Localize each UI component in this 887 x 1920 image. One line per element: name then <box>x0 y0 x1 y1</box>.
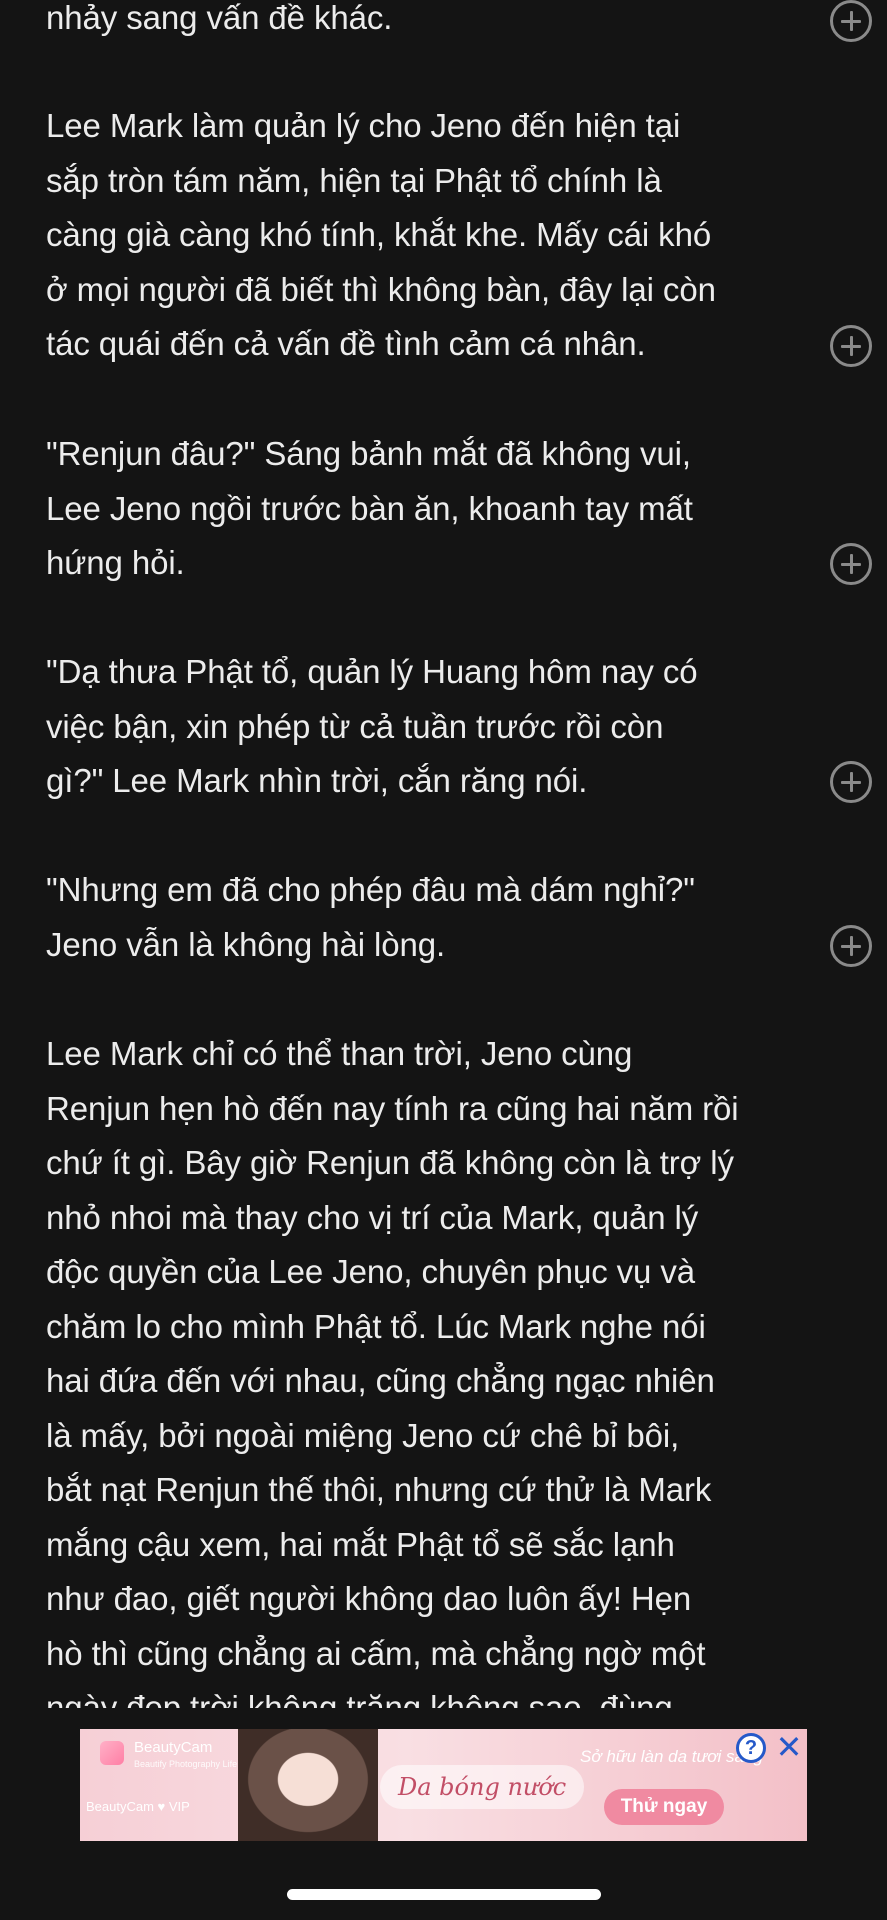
ad-headline: Da bóng nước <box>380 1765 585 1809</box>
reader-content: nhảy sang vấn đề khác. Lee Mark làm quản… <box>0 0 887 1708</box>
text-line: sắp tròn tám năm, hiện tại Phật tổ chính… <box>46 161 662 199</box>
ad-close-icon[interactable]: ✕ <box>774 1731 804 1763</box>
text-line: bắt nạt Renjun thế thôi, nhưng cứ thử là… <box>46 1471 712 1508</box>
text-line: việc bận, xin phép từ cả tuần trước rồi … <box>46 707 664 745</box>
paragraph: "Nhưng em đã cho phép đâu mà dám nghỉ?" … <box>46 863 826 972</box>
text-line: nhỏ nhoi mà thay cho vị trí của Mark, qu… <box>46 1198 699 1236</box>
ad-brand: BeautyCam <box>134 1739 213 1756</box>
text-line: tác quái đến cả vấn đề tình cảm cá nhân. <box>46 325 646 362</box>
text-line: gì?" Lee Mark nhìn trời, cắn răng nói. <box>46 762 588 799</box>
text-line: Jeno vẫn là không hài lòng. <box>46 925 446 963</box>
text-line: chứ ít gì. Bây giờ Renjun đã không còn l… <box>46 1144 734 1181</box>
text-line: Lee Mark làm quản lý cho Jeno đến hiện t… <box>46 107 681 144</box>
text-line: ngày đẹp trời không trăng không sao, đùn… <box>46 1689 673 1708</box>
ad-model-image <box>238 1729 378 1841</box>
ad-cta-button[interactable]: Thử ngay <box>604 1789 724 1825</box>
text-line: "Dạ thưa Phật tổ, quản lý Huang hôm nay … <box>46 653 698 690</box>
text-line: "Nhưng em đã cho phép đâu mà dám nghỉ?" <box>46 871 695 908</box>
add-comment-icon[interactable] <box>830 761 872 803</box>
home-indicator[interactable] <box>287 1889 601 1900</box>
ad-brand-sub: Beautify Photography Life <box>134 1759 238 1769</box>
text-line: như đao, giết người không dao luôn ấy! H… <box>46 1580 692 1617</box>
text-line: mắng cậu xem, hai mắt Phật tổ sẽ sắc lạn… <box>46 1525 675 1563</box>
text-line: "Renjun đâu?" Sáng bảnh mắt đã không vui… <box>46 435 691 472</box>
text-line: chăm lo cho mình Phật tổ. Lúc Mark nghe … <box>46 1307 706 1345</box>
text-line: ở mọi người đã biết thì không bàn, đây l… <box>46 270 716 308</box>
add-comment-icon[interactable] <box>830 925 872 967</box>
beautycam-logo-icon <box>100 1741 124 1765</box>
text-line: hò thì cũng chẳng ai cấm, mà chẳng ngờ m… <box>46 1634 706 1672</box>
ad-info-icon[interactable]: ? <box>736 1733 766 1763</box>
add-comment-icon[interactable] <box>830 543 872 585</box>
paragraph: Lee Mark làm quản lý cho Jeno đến hiện t… <box>46 99 826 372</box>
text-line: Lee Jeno ngồi trước bàn ăn, khoanh tay m… <box>46 489 693 527</box>
text-line: Lee Mark chỉ có thể than trời, Jeno cùng <box>46 1035 633 1072</box>
text-line: độc quyền của Lee Jeno, chuyên phục vụ v… <box>46 1253 696 1290</box>
text-line: hứng hỏi. <box>46 544 185 581</box>
text-line: Renjun hẹn hò đến nay tính ra cũng hai n… <box>46 1089 739 1127</box>
paragraph: "Dạ thưa Phật tổ, quản lý Huang hôm nay … <box>46 645 826 809</box>
paragraph: "Renjun đâu?" Sáng bảnh mắt đã không vui… <box>46 427 826 591</box>
text-line: là mấy, bởi ngoài miệng Jeno cứ chê bỉ b… <box>46 1416 680 1454</box>
paragraph: Lee Mark chỉ có thể than trời, Jeno cùng… <box>46 1027 826 1708</box>
paragraph: nhảy sang vấn đề khác. <box>46 0 826 46</box>
ad-vip-tag: BeautyCam ♥ VIP <box>86 1799 190 1814</box>
add-comment-icon[interactable] <box>830 325 872 367</box>
add-comment-icon[interactable] <box>830 0 872 42</box>
ad-banner[interactable]: BeautyCam Beautify Photography Life Beau… <box>80 1729 807 1841</box>
text-line: càng già càng khó tính, khắt khe. Mấy cá… <box>46 216 712 253</box>
text-line: nhảy sang vấn đề khác. <box>46 0 393 36</box>
text-line: hai đứa đến với nhau, cũng chẳng ngạc nh… <box>46 1362 715 1399</box>
